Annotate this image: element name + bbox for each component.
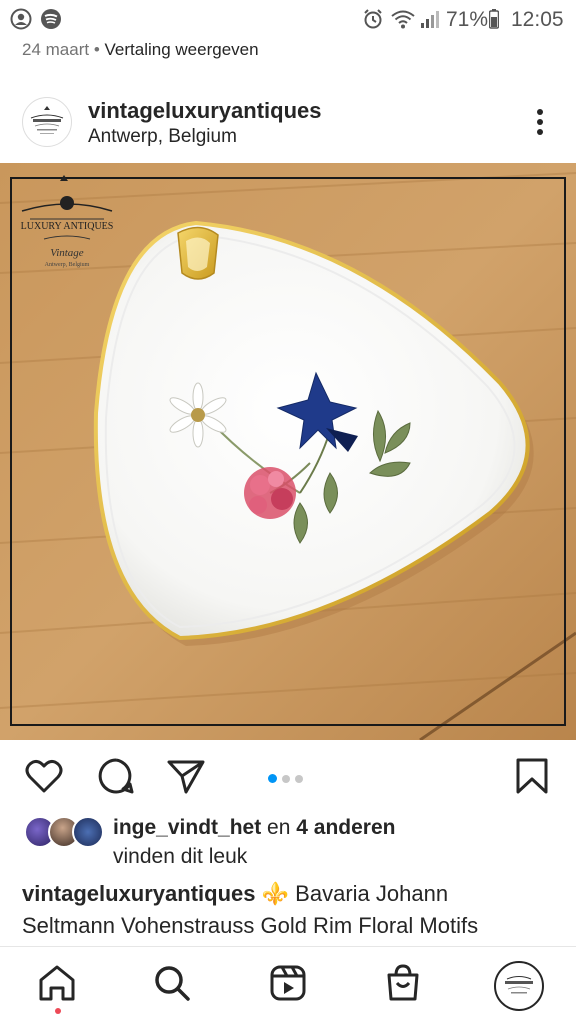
post-location[interactable]: Antwerp, Belgium: [88, 126, 237, 148]
likes-text: inge_vindt_het en 4 anderen: [113, 816, 395, 840]
reels-icon[interactable]: [268, 963, 308, 1003]
author-avatar[interactable]: [22, 97, 72, 147]
clock: 12:05: [511, 8, 564, 31]
ashtray-photo: LUXURY ANTIQUES Vintage Antwerp, Belgium: [0, 163, 576, 740]
likes-suffix: vinden dit leuk: [113, 845, 248, 868]
battery-percent: 71%: [446, 8, 489, 31]
spotify-icon: [41, 9, 61, 29]
watermark-script: Vintage: [50, 247, 84, 259]
search-icon[interactable]: [152, 963, 192, 1003]
brand-logo-icon: [30, 106, 64, 134]
alarm-icon: [364, 9, 382, 29]
battery-icon: [489, 9, 499, 29]
post-date: 24 maart: [22, 40, 90, 59]
watermark-brand: LUXURY ANTIQUES: [21, 221, 114, 232]
post-header: vintageluxuryantiques Antwerp, Belgium: [0, 88, 576, 158]
comment-icon[interactable]: [96, 756, 136, 796]
notification-dot: [55, 1008, 61, 1014]
caption-emoji: ⚜️: [261, 881, 290, 906]
heart-icon[interactable]: [24, 756, 64, 796]
profile-avatar[interactable]: [494, 961, 544, 1011]
send-icon[interactable]: [166, 756, 206, 796]
caption-text-line1: Bavaria Johann: [295, 881, 449, 906]
shop-icon[interactable]: [383, 963, 423, 1003]
watermark-city: Antwerp, Belgium: [45, 262, 90, 268]
action-bar: [0, 750, 576, 806]
likes-summary[interactable]: inge_vindt_het en 4 anderen vinden dit l…: [0, 812, 576, 874]
author-username[interactable]: vintageluxuryantiques: [88, 98, 322, 124]
more-options-icon[interactable]: [528, 106, 552, 138]
post-caption[interactable]: vintageluxuryantiques ⚜️ Bavaria Johann …: [22, 878, 562, 942]
profile-logo-icon: [505, 976, 533, 994]
liker-username[interactable]: inge_vindt_het: [113, 816, 261, 839]
likes-connector: en: [267, 816, 291, 839]
caption-username[interactable]: vintageluxuryantiques: [22, 881, 256, 906]
caption-text-line2: Seltmann Vohenstrauss Gold Rim Floral Mo…: [22, 913, 479, 938]
wifi-icon: [391, 10, 415, 29]
home-icon[interactable]: [37, 963, 77, 1003]
carousel-indicator: [268, 770, 308, 788]
likes-others[interactable]: 4 anderen: [296, 816, 395, 839]
post-photo[interactable]: LUXURY ANTIQUES Vintage Antwerp, Belgium: [0, 163, 576, 740]
status-bar: 71% 12:05: [0, 0, 576, 40]
bookmark-icon[interactable]: [512, 756, 552, 796]
liker-avatars: [24, 816, 104, 848]
post-meta: 24 maart • Vertaling weergeven: [22, 40, 259, 60]
carousel-dot-active: [268, 774, 277, 783]
bottom-nav: [0, 946, 576, 1025]
carousel-dot: [295, 775, 303, 783]
account-icon: [10, 8, 32, 30]
translate-link[interactable]: Vertaling weergeven: [105, 40, 259, 59]
liker-avatar: [72, 816, 104, 848]
carousel-dot: [282, 775, 290, 783]
separator: •: [93, 40, 100, 59]
signal-icon: [421, 11, 439, 28]
